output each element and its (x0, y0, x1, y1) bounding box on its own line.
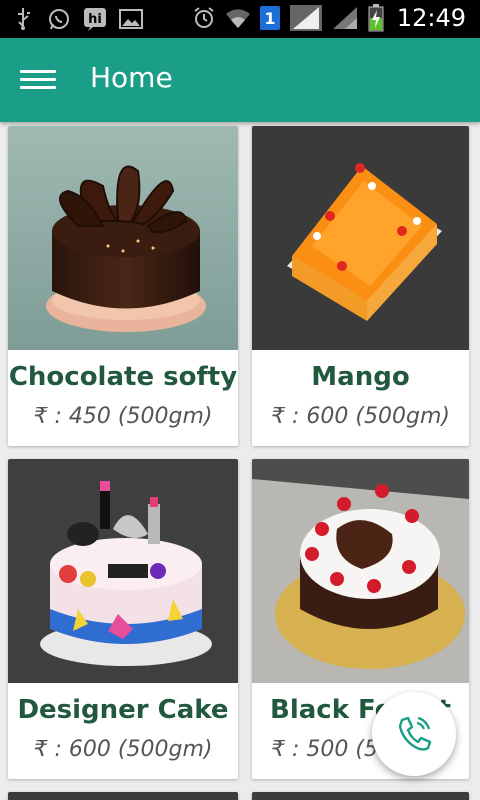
product-card[interactable] (252, 792, 469, 800)
app-bar: Home (0, 38, 480, 122)
page-title: Home (90, 61, 173, 94)
notification-icons: hi (10, 6, 144, 32)
product-price: ₹ : 600 (500gm) (271, 404, 450, 429)
product-card[interactable]: Designer Cake ₹ : 600 (500gm) (8, 459, 238, 779)
wifi-icon (225, 5, 251, 31)
product-image (252, 459, 469, 683)
product-price: ₹ : 600 (500gm) (33, 737, 213, 762)
hamburger-menu-icon[interactable] (20, 66, 56, 94)
signal-icon-2 (331, 5, 359, 31)
usb-icon (10, 6, 36, 32)
sim-icon: 1 (259, 5, 281, 31)
whatsapp-icon (46, 6, 72, 32)
product-card[interactable] (8, 792, 238, 800)
clock: 12:49 (396, 4, 466, 32)
product-card[interactable]: Chocolate softy ₹ : 450 (500gm) (8, 126, 238, 446)
svg-text:hi: hi (88, 12, 102, 27)
product-image (8, 459, 238, 683)
call-button[interactable] (372, 692, 456, 776)
status-bar: hi 1 12:49 (0, 0, 480, 38)
product-name: Designer Cake (17, 695, 229, 725)
alarm-icon (191, 5, 217, 31)
product-name: Chocolate softy (8, 362, 238, 392)
product-price: ₹ : 450 (500gm) (33, 404, 213, 429)
product-image (8, 126, 238, 350)
battery-charging-icon (367, 4, 385, 32)
sim-badge: 1 (264, 9, 275, 28)
signal-icon (289, 5, 323, 31)
hike-icon: hi (82, 6, 108, 32)
product-card[interactable]: Mango ₹ : 600 (500gm) (252, 126, 469, 446)
gallery-icon (118, 6, 144, 32)
phone-call-icon (398, 716, 432, 751)
product-name: Mango (311, 362, 410, 392)
product-image (252, 126, 469, 350)
system-icons: 1 12:49 (191, 4, 466, 32)
